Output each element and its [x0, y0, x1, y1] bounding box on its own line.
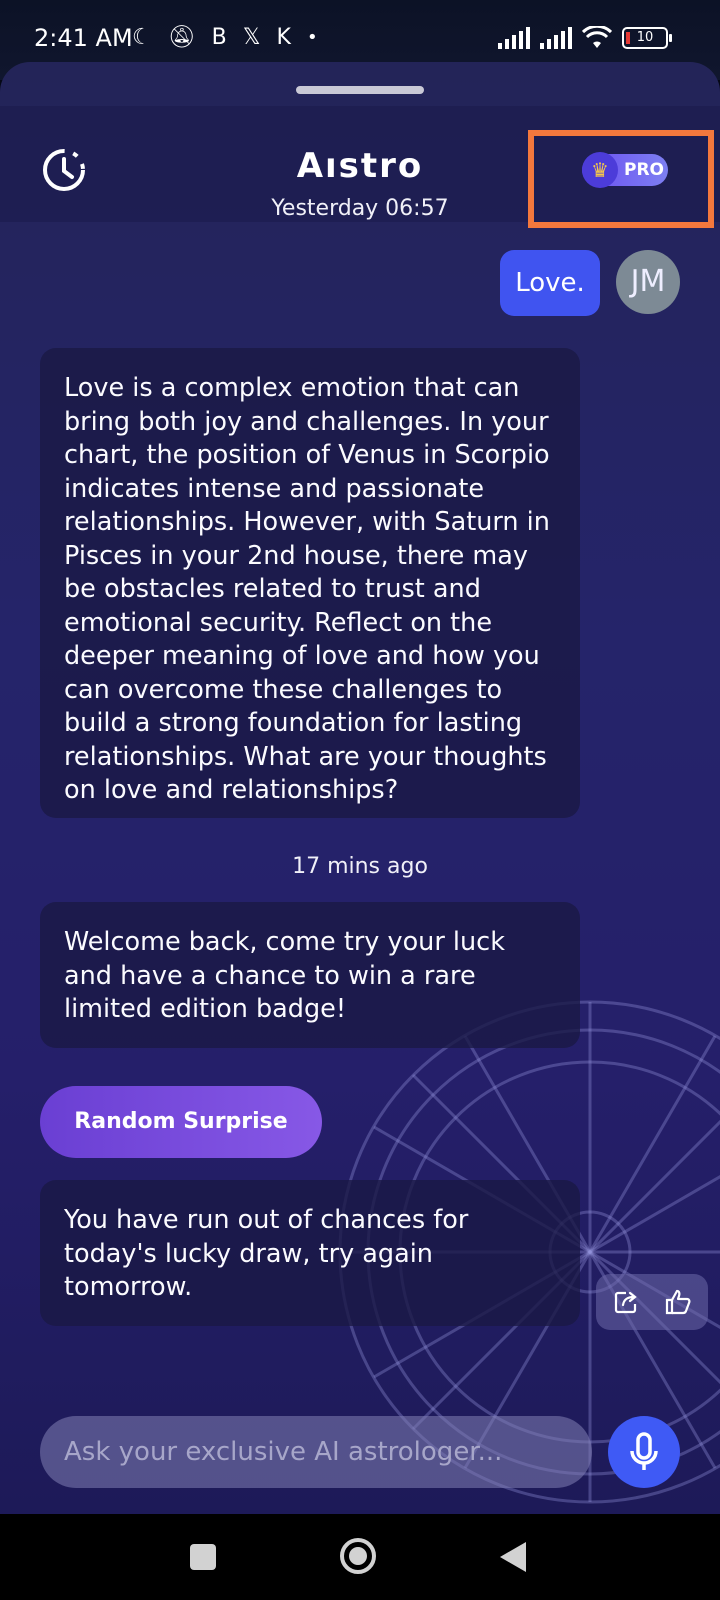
k-app-icon: K [276, 25, 291, 50]
share-icon[interactable] [612, 1288, 640, 1316]
pro-button[interactable]: ♛ PRO [582, 152, 668, 188]
bell-off-icon: 🔕︎ [167, 25, 196, 50]
status-time: 2:41 AM [34, 24, 133, 52]
drag-handle[interactable] [296, 86, 424, 94]
b-app-icon: B [211, 25, 227, 50]
x-app-icon: 𝕏 [242, 25, 261, 50]
chat-input-container [40, 1416, 592, 1488]
back-button[interactable] [500, 1542, 526, 1572]
moon-icon: ☾ [132, 25, 152, 50]
wifi-icon [582, 26, 612, 48]
user-message-bubble[interactable]: Love. [500, 250, 600, 316]
bot-lucky-draw-bubble[interactable]: You have run out of chances for today's … [40, 1180, 580, 1326]
crown-icon: ♛ [582, 152, 618, 188]
random-surprise-button[interactable]: Random Surprise [40, 1086, 322, 1158]
pro-label: PRO [624, 160, 665, 180]
system-nav-bar [0, 1514, 720, 1600]
recents-button[interactable] [190, 1544, 216, 1570]
timestamp-recent: 17 mins ago [292, 854, 428, 879]
chat-sheet: Aıstro ♛ PRO Yesterday 06:57 Love. JM Lo… [0, 62, 720, 1514]
chat-input[interactable] [40, 1416, 592, 1488]
bot-message-bubble[interactable]: Love is a complex emotion that can bring… [40, 348, 580, 818]
message-actions [596, 1274, 708, 1330]
home-button[interactable] [340, 1538, 376, 1574]
battery-indicator: 10 [622, 27, 672, 49]
microphone-icon [630, 1432, 658, 1470]
dot-icon: • [306, 27, 318, 48]
status-system-icons: 10 [498, 26, 672, 50]
signal-icon-2 [540, 27, 572, 49]
status-notification-icons: ☾ 🔕︎ B 𝕏 K • [132, 24, 318, 52]
thumbs-up-icon[interactable] [664, 1288, 692, 1316]
microphone-button[interactable] [608, 1416, 680, 1488]
bot-welcome-bubble[interactable]: Welcome back, come try your luck and hav… [40, 902, 580, 1048]
signal-icon [498, 27, 530, 49]
user-avatar[interactable]: JM [616, 250, 680, 314]
timestamp-yesterday: Yesterday 06:57 [271, 196, 449, 221]
